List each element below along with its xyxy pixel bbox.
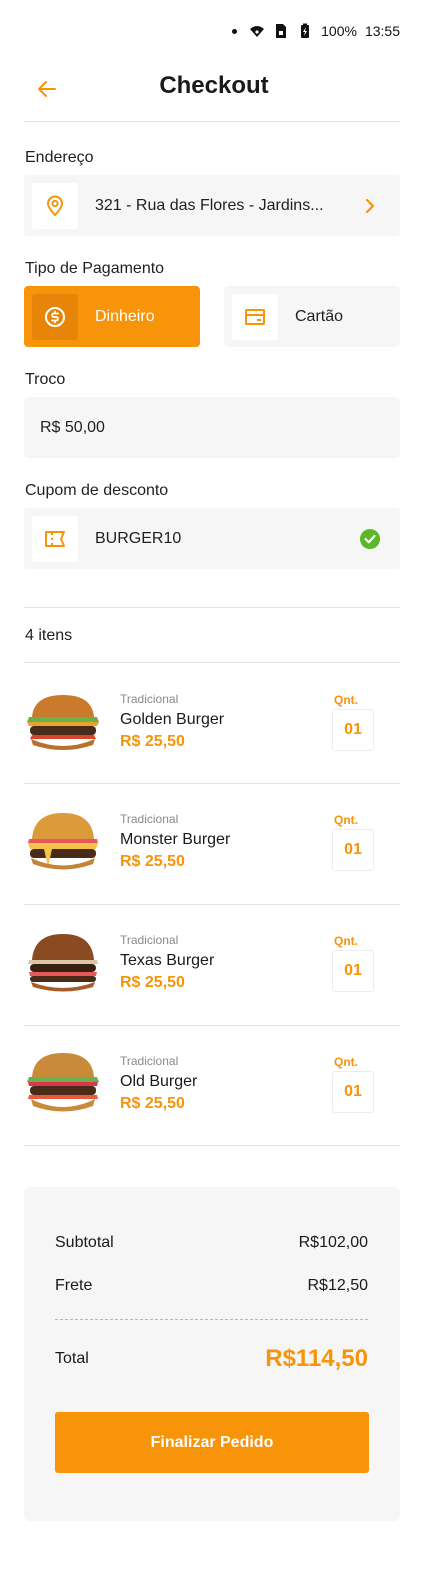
payment-type-label: Tipo de Pagamento bbox=[25, 260, 165, 277]
payment-option-label: Dinheiro bbox=[95, 307, 155, 325]
summary-divider bbox=[55, 1319, 368, 1320]
change-label: Troco bbox=[25, 371, 66, 388]
payment-options: Dinheiro Cartão bbox=[24, 286, 400, 347]
page-title: Checkout bbox=[159, 72, 269, 99]
list-item: Tradicional Monster Burger R$ 25,50 Qnt.… bbox=[24, 783, 400, 903]
item-name: Golden Burger bbox=[120, 711, 225, 728]
burger-image bbox=[27, 1053, 99, 1112]
list-item: Tradicional Texas Burger R$ 25,50 Qnt. 0… bbox=[24, 904, 400, 1024]
coin-icon bbox=[45, 306, 65, 327]
coupon-label: Cupom de desconto bbox=[25, 482, 169, 499]
order-summary: Subtotal R$102,00 Frete R$12,50 Total R$… bbox=[24, 1187, 400, 1521]
shipping-row: Frete R$12,50 bbox=[55, 1277, 368, 1295]
change-input[interactable] bbox=[24, 397, 400, 458]
item-category: Tradicional bbox=[120, 933, 179, 947]
payment-option-cash[interactable]: Dinheiro bbox=[24, 286, 200, 347]
quantity-box[interactable]: 01 bbox=[332, 709, 374, 751]
sim-card-icon bbox=[276, 24, 287, 38]
coupon-code: BURGER10 bbox=[95, 529, 182, 547]
items-count: 4 itens bbox=[25, 627, 73, 644]
battery-level: 100% bbox=[321, 23, 357, 39]
item-name: Old Burger bbox=[120, 1073, 198, 1090]
quantity-box[interactable]: 01 bbox=[332, 829, 374, 871]
quantity-box[interactable]: 01 bbox=[332, 950, 374, 992]
section-divider bbox=[24, 607, 400, 608]
quantity-label: Qnt. bbox=[334, 813, 358, 827]
list-item: Tradicional Golden Burger R$ 25,50 Qnt. … bbox=[24, 663, 400, 783]
subtotal-value: R$102,00 bbox=[298, 1234, 368, 1251]
coupon-field[interactable]: BURGER10 bbox=[24, 508, 400, 569]
shipping-value: R$12,50 bbox=[307, 1277, 369, 1294]
chevron-right-icon bbox=[358, 198, 382, 213]
location-icon-box bbox=[32, 182, 78, 229]
location-pin-icon bbox=[46, 195, 64, 216]
card-icon-box bbox=[232, 293, 278, 340]
quantity-label: Qnt. bbox=[334, 934, 358, 948]
credit-card-icon bbox=[245, 308, 265, 325]
header: Checkout bbox=[0, 64, 428, 124]
list-item: Tradicional Old Burger R$ 25,50 Qnt. 01 bbox=[24, 1025, 400, 1145]
burger-image bbox=[28, 934, 98, 992]
item-category: Tradicional bbox=[120, 692, 179, 706]
battery-charging-icon bbox=[301, 23, 310, 38]
ticket-icon-box bbox=[32, 515, 78, 562]
header-divider bbox=[24, 121, 400, 122]
finalize-order-button[interactable]: Finalizar Pedido bbox=[55, 1412, 369, 1473]
quantity-label: Qnt. bbox=[334, 1055, 358, 1069]
item-category: Tradicional bbox=[120, 812, 179, 826]
address-value: 321 - Rua das Flores - Jardins... bbox=[95, 196, 324, 214]
shipping-label: Frete bbox=[55, 1277, 93, 1294]
payment-option-card[interactable]: Cartão bbox=[224, 286, 400, 347]
ticket-icon bbox=[45, 530, 65, 547]
address-label: Endereço bbox=[25, 149, 94, 166]
total-value: R$114,50 bbox=[265, 1345, 368, 1372]
clock: 13:55 bbox=[364, 23, 400, 39]
item-price: R$ 25,50 bbox=[120, 1095, 185, 1112]
burger-image bbox=[28, 813, 98, 870]
wifi-icon bbox=[250, 26, 265, 37]
total-row: Total R$114,50 bbox=[55, 1345, 368, 1373]
subtotal-label: Subtotal bbox=[55, 1234, 114, 1251]
item-category: Tradicional bbox=[120, 1054, 179, 1068]
item-divider bbox=[24, 1145, 400, 1146]
quantity-label: Qnt. bbox=[334, 693, 358, 707]
burger-image bbox=[27, 695, 99, 750]
address-selector[interactable]: 321 - Rua das Flores - Jardins... bbox=[24, 175, 400, 236]
cash-icon-box bbox=[32, 293, 78, 340]
item-name: Monster Burger bbox=[120, 831, 231, 848]
status-bar: 100% 13:55 bbox=[0, 0, 428, 64]
item-price: R$ 25,50 bbox=[120, 853, 185, 870]
item-price: R$ 25,50 bbox=[120, 733, 185, 750]
subtotal-row: Subtotal R$102,00 bbox=[55, 1234, 368, 1252]
notification-dot-icon bbox=[232, 28, 238, 34]
item-name: Texas Burger bbox=[120, 952, 215, 969]
payment-option-label: Cartão bbox=[295, 307, 344, 325]
quantity-box[interactable]: 01 bbox=[332, 1071, 374, 1113]
item-price: R$ 25,50 bbox=[120, 974, 185, 991]
check-circle-icon bbox=[358, 528, 382, 550]
total-label: Total bbox=[55, 1350, 89, 1367]
